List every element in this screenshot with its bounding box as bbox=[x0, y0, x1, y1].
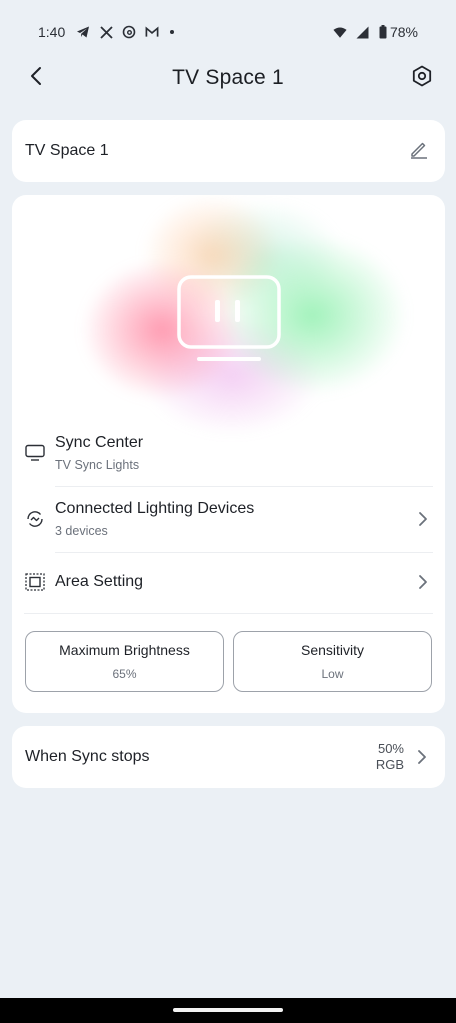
sync-stops-brightness: 50% bbox=[377, 741, 404, 756]
sync-center-subtitle: TV Sync Lights bbox=[55, 458, 140, 472]
space-name: TV Space 1 bbox=[25, 142, 109, 159]
chevron-right-icon bbox=[413, 509, 433, 529]
app-bar: TV Space 1 bbox=[0, 56, 456, 100]
area-frame-icon bbox=[24, 571, 46, 593]
sensitivity-label: Sensitivity bbox=[300, 642, 365, 658]
tv-icon bbox=[24, 442, 46, 464]
sync-stops-values: 50% RGB bbox=[376, 741, 404, 773]
status-bar-left: 1:40 bbox=[38, 24, 175, 40]
wifi-icon bbox=[333, 25, 347, 39]
chevron-left-icon bbox=[29, 66, 43, 91]
status-bar: 1:40 78% bbox=[0, 0, 456, 64]
sync-center-row: Sync Center TV Sync Lights bbox=[24, 433, 433, 473]
page-title: TV Space 1 bbox=[172, 66, 284, 89]
gear-icon bbox=[411, 65, 433, 92]
sensitivity-button[interactable]: Sensitivity Low bbox=[233, 631, 432, 692]
settings-button[interactable] bbox=[408, 64, 436, 92]
area-setting-row[interactable]: Area Setting bbox=[24, 569, 433, 595]
divider bbox=[55, 552, 433, 553]
space-name-card: TV Space 1 bbox=[12, 120, 445, 182]
battery-percent: 78% bbox=[389, 24, 418, 40]
max-brightness-value: 65% bbox=[112, 667, 137, 681]
link-cycle-icon bbox=[24, 508, 46, 530]
area-setting-title: Area Setting bbox=[55, 573, 144, 590]
max-brightness-label: Maximum Brightness bbox=[59, 642, 190, 658]
threads-icon bbox=[122, 25, 136, 39]
divider bbox=[55, 486, 433, 487]
when-sync-stops-row[interactable]: When Sync stops 50% RGB bbox=[12, 726, 445, 788]
chevron-right-icon bbox=[413, 572, 433, 592]
connected-devices-row[interactable]: Connected Lighting Devices 3 devices bbox=[24, 499, 433, 539]
when-sync-stops-title: When Sync stops bbox=[25, 748, 150, 765]
max-brightness-button[interactable]: Maximum Brightness 65% bbox=[25, 631, 224, 692]
home-gesture-handle[interactable] bbox=[173, 1008, 283, 1012]
x-icon bbox=[99, 25, 113, 39]
dot-icon bbox=[170, 30, 175, 34]
sync-main-card: Sync Center TV Sync Lights Connected Lig… bbox=[12, 195, 445, 713]
sync-center-title: Sync Center bbox=[55, 434, 144, 451]
tv-pause-button[interactable] bbox=[175, 273, 283, 365]
edit-name-button[interactable] bbox=[406, 138, 432, 164]
pencil-icon bbox=[409, 139, 429, 164]
system-nav-bar bbox=[0, 998, 456, 1023]
connected-devices-count: 3 devices bbox=[55, 524, 108, 538]
telegram-icon bbox=[76, 25, 90, 39]
connected-devices-title: Connected Lighting Devices bbox=[55, 500, 255, 517]
divider bbox=[24, 613, 433, 614]
signal-icon bbox=[356, 25, 370, 39]
gmail-icon bbox=[145, 25, 159, 39]
status-time: 1:40 bbox=[38, 24, 66, 40]
sensitivity-value: Low bbox=[321, 667, 344, 681]
battery-indicator: 78% bbox=[379, 24, 418, 40]
chevron-right-icon bbox=[412, 747, 432, 767]
status-bar-right: 78% bbox=[333, 24, 418, 40]
back-button[interactable] bbox=[22, 64, 50, 92]
battery-icon bbox=[379, 25, 387, 39]
sync-stops-mode: RGB bbox=[375, 757, 404, 772]
